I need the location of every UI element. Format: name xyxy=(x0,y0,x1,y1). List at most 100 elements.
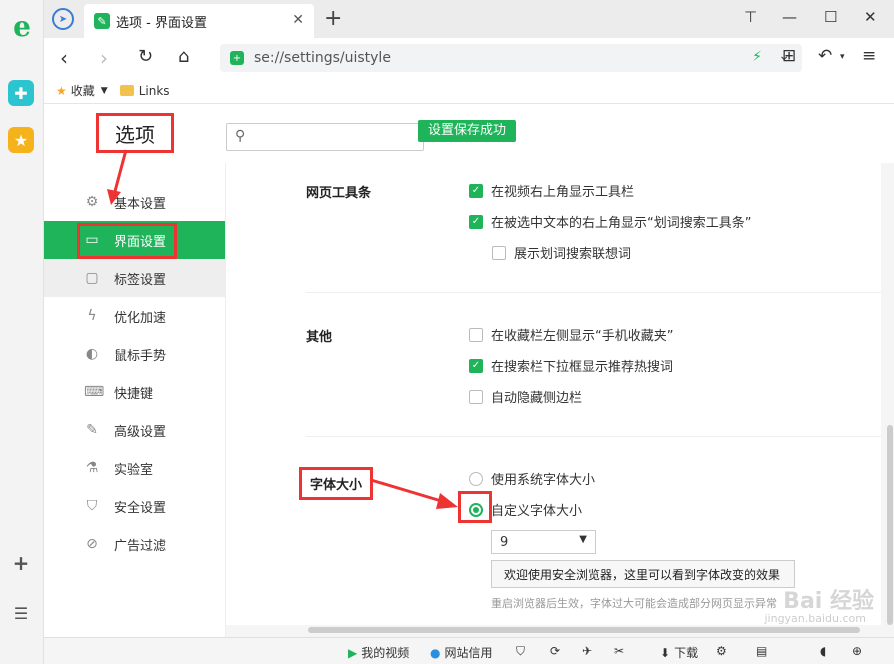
search-input[interactable]: ⚲ xyxy=(226,123,424,151)
status-download[interactable]: ⬇ 下载 xyxy=(660,644,698,661)
address-row: ‹ › ↻ ⌂ + se://settings/uistyle ⚡ ⌄ ⊞ ↶ … xyxy=(44,38,894,78)
star-icon: ★ xyxy=(56,83,67,98)
video-icon: ▶ xyxy=(348,645,358,660)
option-mobile-favorites[interactable]: 在收藏栏左侧显示“手机收藏夹” xyxy=(469,325,673,344)
close-window-button[interactable]: ✕ xyxy=(864,8,877,26)
minimize-button[interactable]: — xyxy=(782,8,797,26)
undo-dropdown-icon[interactable]: ▾ xyxy=(840,52,845,62)
option-video-toolbar[interactable]: ✓ 在视频右上角显示工具栏 xyxy=(469,181,634,200)
watermark-logo: Bai 经验 xyxy=(783,589,874,614)
watermark-url: jingyan.baidu.com xyxy=(764,612,866,625)
status-my-video[interactable]: ▶ 我的视频 xyxy=(348,644,409,661)
rocket-icon[interactable]: ✈ xyxy=(582,644,592,658)
settings-sidebar: ⚙ 基本设置 ▭ 界面设置 ▢ 标签设置 ϟ 优化加速 ◐ 鼠标手势 ⌨ 快捷键 ✎ 高级设置… xyxy=(44,163,225,637)
sidebar-item-label: 广告过滤 xyxy=(114,538,167,554)
checkbox-checked[interactable]: ✓ xyxy=(469,214,483,229)
checkbox-checked[interactable]: ✓ xyxy=(469,358,483,373)
option-label: 在收藏栏左侧显示“手机收藏夹” xyxy=(491,329,674,344)
bolt-icon: ϟ xyxy=(87,308,97,324)
checkbox-checked[interactable]: ✓ xyxy=(469,183,483,198)
checkbox-unchecked[interactable] xyxy=(492,245,506,260)
caret-down-icon[interactable]: ▼ xyxy=(101,86,108,96)
browser-logo-icon: e xyxy=(13,9,31,43)
settings-page: 选项 ⚲ 设置保存成功 ⚙ 基本设置 ▭ 界面设置 ▢ 标签设置 ϟ 优化加速 ◐ 鼠标手… xyxy=(44,105,894,637)
list-menu-icon[interactable]: ☰ xyxy=(8,600,34,626)
status-site-credit[interactable]: ● 网站信用 xyxy=(430,644,493,661)
tab-icon: ▢ xyxy=(85,270,99,286)
settings-content: 网页工具条 ✓ 在视频右上角显示工具栏 ✓ 在被选中文本的右上角显示“划词搜索工具条… xyxy=(225,163,894,637)
zoom-icon[interactable]: ⊕ xyxy=(852,644,862,658)
radio-system-font[interactable]: 使用系统字体大小 xyxy=(469,469,595,488)
highlight-box-interface xyxy=(77,223,177,259)
sidebar-item-label: 鼠标手势 xyxy=(114,348,167,364)
sidebar-item-optimize[interactable]: ϟ 优化加速 xyxy=(44,297,225,335)
option-hot-search[interactable]: ✓ 在搜索栏下拉框显示推荐热搜词 xyxy=(469,356,673,375)
font-preview-box: 欢迎使用安全浏览器，这里可以看到字体改变的效果 xyxy=(491,560,795,588)
checkbox-unchecked[interactable] xyxy=(469,327,483,342)
maximize-button[interactable]: ☐ xyxy=(824,8,837,26)
back-icon[interactable]: ‹ xyxy=(60,46,68,70)
radio-unselected[interactable] xyxy=(469,471,483,486)
tab-settings[interactable]: ✎ 选项 - 界面设置 ✕ xyxy=(84,4,314,38)
sidebar-item-adblock[interactable]: ⊘ 广告过滤 xyxy=(44,525,225,563)
forward-icon[interactable]: › xyxy=(100,46,108,70)
sidebar-item-label: 快捷键 xyxy=(114,386,154,402)
address-bar[interactable]: + se://settings/uistyle ⚡ ⌄ xyxy=(220,44,802,72)
secure-shield-icon: + xyxy=(230,51,244,65)
caret-down-icon: ▼ xyxy=(579,534,587,545)
add-icon[interactable]: + xyxy=(8,550,34,576)
wrench-icon: ✎ xyxy=(86,422,98,438)
extension-plugin-icon[interactable]: ✚ xyxy=(8,80,34,106)
shield-status-icon[interactable]: ⛉ xyxy=(516,644,525,659)
section-title-toolbar: 网页工具条 xyxy=(306,186,372,201)
pin-icon[interactable]: ⊤ xyxy=(744,8,757,26)
speed-mode-icon[interactable]: ⚡ xyxy=(752,49,762,65)
mouse-icon: ◐ xyxy=(85,346,99,362)
reload-icon[interactable]: ↻ xyxy=(138,46,153,67)
sidebar-item-mouse-gesture[interactable]: ◐ 鼠标手势 xyxy=(44,335,225,373)
url-text[interactable]: se://settings/uistyle xyxy=(254,50,391,66)
option-selection-toolbar[interactable]: ✓ 在被选中文本的右上角显示“划词搜索工具条” xyxy=(469,212,751,231)
option-autohide-sidebar[interactable]: 自动隐藏侧边栏 xyxy=(469,387,582,406)
checkbox-unchecked[interactable] xyxy=(469,389,483,404)
bookmark-links[interactable]: Links xyxy=(139,84,170,98)
bookmarks-bar: ★ 收藏 ▼ Links xyxy=(44,78,894,104)
folder-icon xyxy=(119,85,134,96)
settings-panel: 网页工具条 ✓ 在视频右上角显示工具栏 ✓ 在被选中文本的右上角显示“划词搜索工具条… xyxy=(226,163,881,625)
settings-status-icon[interactable]: ⚙ xyxy=(716,644,727,658)
download-icon: ⬇ xyxy=(660,645,671,660)
sidebar-item-advanced[interactable]: ✎ 高级设置 xyxy=(44,411,225,449)
grid-apps-icon[interactable]: ⊞ xyxy=(782,46,796,66)
main-menu-icon[interactable]: ≡ xyxy=(862,46,876,66)
horizontal-scrollbar[interactable] xyxy=(308,627,860,633)
vertical-scrollbar[interactable] xyxy=(887,425,893,625)
option-label: 在视频右上角显示工具栏 xyxy=(491,185,635,200)
option-label: 在被选中文本的右上角显示“划词搜索工具条” xyxy=(491,216,752,231)
section-divider xyxy=(306,292,881,293)
tab-title: 选项 - 界面设置 xyxy=(116,15,207,31)
keyboard-icon: ⌨ xyxy=(84,384,105,400)
option-search-suggestions[interactable]: 展示划词搜索联想词 xyxy=(492,243,631,262)
status-label: 下载 xyxy=(674,646,699,660)
favorites-star-icon[interactable]: ★ xyxy=(8,127,34,153)
sidebar-item-basic[interactable]: ⚙ 基本设置 xyxy=(44,183,225,221)
navigation-compass-icon[interactable]: ➤ xyxy=(52,8,74,30)
home-icon[interactable]: ⌂ xyxy=(178,46,189,67)
font-size-select[interactable]: 9 ▼ xyxy=(491,530,596,554)
sidebar-item-label: 标签设置 xyxy=(114,272,167,288)
undo-icon[interactable]: ↶ xyxy=(818,46,832,66)
sidebar-item-shortcuts[interactable]: ⌨ 快捷键 xyxy=(44,373,225,411)
sidebar-item-security[interactable]: ⛉ 安全设置 xyxy=(44,487,225,525)
refresh-status-icon[interactable]: ⟳ xyxy=(550,644,560,658)
app-rail: e ✚ ★ + ☰ xyxy=(0,0,44,664)
layout-status-icon[interactable]: ▤ xyxy=(756,644,767,658)
sidebar-item-lab[interactable]: ⚗ 实验室 xyxy=(44,449,225,487)
sidebar-item-tabs[interactable]: ▢ 标签设置 xyxy=(44,259,225,297)
scissors-icon[interactable]: ✂ xyxy=(614,644,624,658)
section-title-font-size: 字体大小 xyxy=(299,467,374,500)
sound-icon[interactable]: ◖ xyxy=(820,644,826,658)
new-tab-button[interactable]: + xyxy=(324,6,342,31)
option-label: 自动隐藏侧边栏 xyxy=(491,391,583,406)
bookmark-favorites[interactable]: 收藏 xyxy=(71,82,95,99)
tab-close-icon[interactable]: ✕ xyxy=(292,12,304,28)
